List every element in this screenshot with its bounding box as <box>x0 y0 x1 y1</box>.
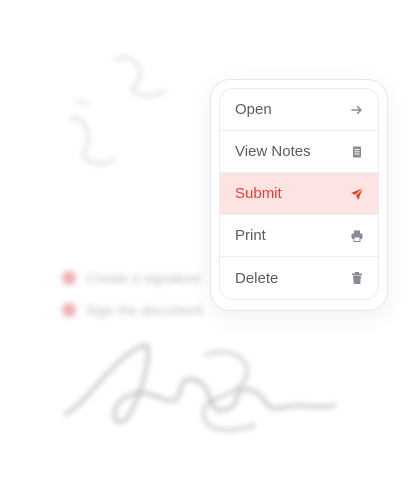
menu-item-label: View Notes <box>235 143 311 160</box>
sketch-illustration <box>69 56 166 165</box>
status-dot <box>62 303 76 317</box>
printer-icon <box>350 229 364 243</box>
status-dot <box>62 271 76 285</box>
menu-item-label: Submit <box>235 185 282 202</box>
task-label: Create a signature <box>86 270 202 286</box>
send-icon <box>350 187 364 201</box>
notes-icon <box>350 145 364 159</box>
menu-item-print[interactable]: Print <box>220 215 378 257</box>
signature-drawing <box>63 343 337 431</box>
context-menu: Open View Notes Submit Print Delete <box>219 88 379 300</box>
menu-item-label: Delete <box>235 269 279 287</box>
task-item: Sign the document <box>62 302 203 318</box>
menu-item-view-notes[interactable]: View Notes <box>220 131 378 173</box>
menu-item-label: Print <box>235 227 266 244</box>
menu-item-label: Open <box>235 101 272 118</box>
trash-icon <box>350 271 364 285</box>
menu-item-delete[interactable]: Delete <box>220 257 378 299</box>
task-item: Create a signature <box>62 270 201 286</box>
menu-item-open[interactable]: Open <box>220 89 378 131</box>
arrow-right-icon <box>350 103 364 117</box>
task-label: Sign the document <box>86 302 203 318</box>
menu-item-submit[interactable]: Submit <box>220 173 378 215</box>
